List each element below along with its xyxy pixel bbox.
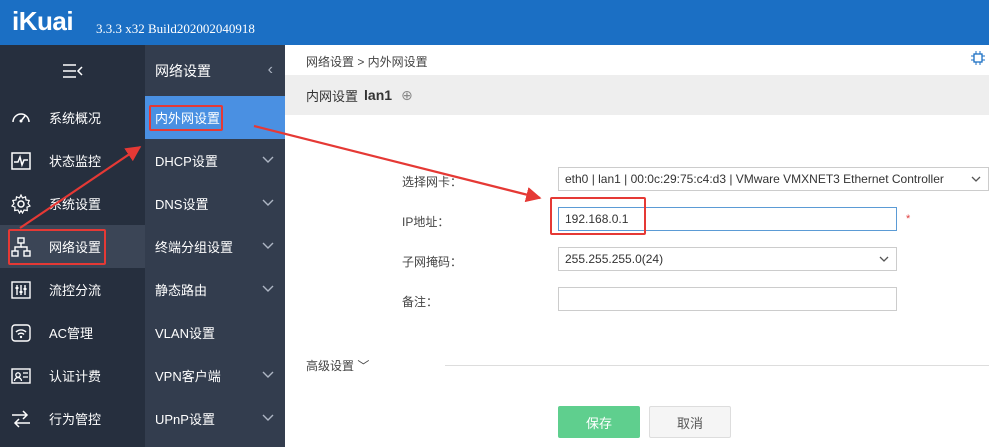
ip-label: IP地址： [402, 215, 450, 229]
subnav-item-label: UPnP设置 [155, 412, 215, 427]
cancel-button[interactable]: 取消 [649, 406, 731, 438]
sidebar-item-system[interactable]: 系统设置 [0, 182, 145, 225]
page-title-bar: 内网设置 lan1 ⊕ [285, 75, 989, 115]
page-title: 内网设置 [306, 88, 359, 104]
version-text: 3.3.3 x32 Build202002040918 [96, 21, 255, 36]
subnet-mask-select[interactable]: 255.255.255.0(24) [558, 247, 897, 271]
nic-label: 选择网卡： [402, 175, 463, 189]
nic-select-value: eth0 | lan1 | 00:0c:29:75:c4:d3 | VMware… [565, 172, 944, 186]
sidebar-item-label: 系统概况 [49, 111, 102, 126]
sidebar-item-ac[interactable]: AC管理 [0, 311, 145, 354]
subnav-header: 网络设置 ‹ [145, 45, 285, 96]
menu-toggle-button[interactable] [0, 45, 145, 96]
chevron-down-icon [262, 414, 274, 421]
sidebar-item-label: 流控分流 [49, 283, 102, 298]
required-mark: * [906, 213, 911, 225]
subnav-item-label: 内外网设置 [155, 111, 221, 126]
chevron-down-icon [970, 173, 982, 185]
subnav-item-upnp[interactable]: UPnP设置 [145, 397, 285, 440]
sidebar-item-label: 网络设置 [49, 240, 102, 255]
subnav-item-label: 终端分组设置 [155, 240, 234, 255]
sidebar-item-label: 认证计费 [49, 369, 102, 384]
subnav-item-label: VPN客户端 [155, 369, 221, 384]
divider [445, 365, 989, 366]
sub-navigation: 网络设置 ‹ 内外网设置 DHCP设置 DNS设置 终端分组设置 静态路由 VL… [145, 45, 285, 447]
subnav-item-label: 静态路由 [155, 283, 208, 298]
sidebar-item-network[interactable]: 网络设置 [0, 225, 145, 268]
subnav-item-vlan[interactable]: VLAN设置 [145, 311, 285, 354]
sidebar-item-label: 系统设置 [49, 197, 102, 212]
sidebar-item-auth[interactable]: 认证计费 [0, 354, 145, 397]
sidebar-item-label: 状态监控 [49, 154, 102, 169]
subnav-item-label: DNS设置 [155, 197, 209, 212]
menu-collapse-icon [62, 63, 83, 78]
subnav-item-static-route[interactable]: 静态路由 [145, 268, 285, 311]
sidebar-item-behavior[interactable]: 行为管控 [0, 397, 145, 440]
wifi-icon [10, 323, 32, 343]
ikuai-logo[interactable]: iKuai [12, 6, 74, 37]
save-button[interactable]: 保存 [558, 406, 640, 438]
main-content: 网络设置 > 内外网设置 内网设置 lan1 ⊕ 选择网卡： eth0 | la… [285, 45, 989, 447]
nic-select[interactable]: eth0 | lan1 | 00:0c:29:75:c4:d3 | VMware… [558, 167, 989, 191]
chip-icon[interactable] [971, 51, 985, 65]
subnav-item-dns[interactable]: DNS设置 [145, 182, 285, 225]
gear-icon [10, 193, 32, 214]
subnav-item-label: VLAN设置 [155, 326, 215, 341]
dashboard-gauge-icon [10, 108, 32, 128]
subnav-item-vpn-client[interactable]: VPN客户端 [145, 354, 285, 397]
mask-label: 子网掩码： [402, 255, 463, 269]
add-circle-icon[interactable]: ⊕ [401, 87, 413, 104]
heartbeat-monitor-icon [10, 151, 32, 171]
ip-address-input[interactable]: 192.168.0.1 [558, 207, 897, 231]
chevron-down-icon [262, 371, 274, 378]
ip-address-value: 192.168.0.1 [565, 212, 629, 226]
top-bar: iKuai 3.3.3 x32 Build202002040918 [0, 0, 989, 45]
sidebar-item-label: 行为管控 [49, 412, 102, 427]
subnav-item-dhcp[interactable]: DHCP设置 [145, 139, 285, 182]
breadcrumb: 网络设置 > 内外网设置 [306, 55, 428, 69]
collapse-arrow-icon[interactable]: ‹ [268, 61, 273, 79]
chevron-down-icon [262, 285, 274, 292]
network-topology-icon [10, 236, 32, 257]
subnet-mask-value: 255.255.255.0(24) [565, 252, 664, 266]
note-label: 备注： [402, 295, 439, 309]
sidebar-item-flow-control[interactable]: 流控分流 [0, 268, 145, 311]
sidebar-item-label: AC管理 [49, 326, 94, 341]
id-card-icon [10, 366, 32, 386]
sidebar-item-monitor[interactable]: 状态监控 [0, 139, 145, 182]
subnav-item-label: DHCP设置 [155, 154, 218, 169]
subnav-item-lan-wan[interactable]: 内外网设置 [145, 96, 285, 139]
chevron-down-icon [879, 256, 889, 262]
chevron-down-icon [262, 156, 274, 163]
chevron-down-icon [262, 199, 274, 206]
main-sidebar: 系统概况 状态监控 系统设置 网络设置 流控分流 AC管理 认证计费 行为管控 [0, 45, 145, 447]
arrows-control-icon [10, 409, 32, 429]
subnav-title: 网络设置 [155, 62, 211, 79]
sliders-icon [10, 280, 32, 300]
sidebar-item-overview[interactable]: 系统概况 [0, 96, 145, 139]
interface-name: lan1 [364, 87, 393, 103]
advanced-settings-toggle[interactable]: 高级设置 ﹀ [306, 357, 369, 374]
chevron-down-icon [262, 242, 274, 249]
subnav-item-terminal-group[interactable]: 终端分组设置 [145, 225, 285, 268]
note-input[interactable] [558, 287, 897, 311]
